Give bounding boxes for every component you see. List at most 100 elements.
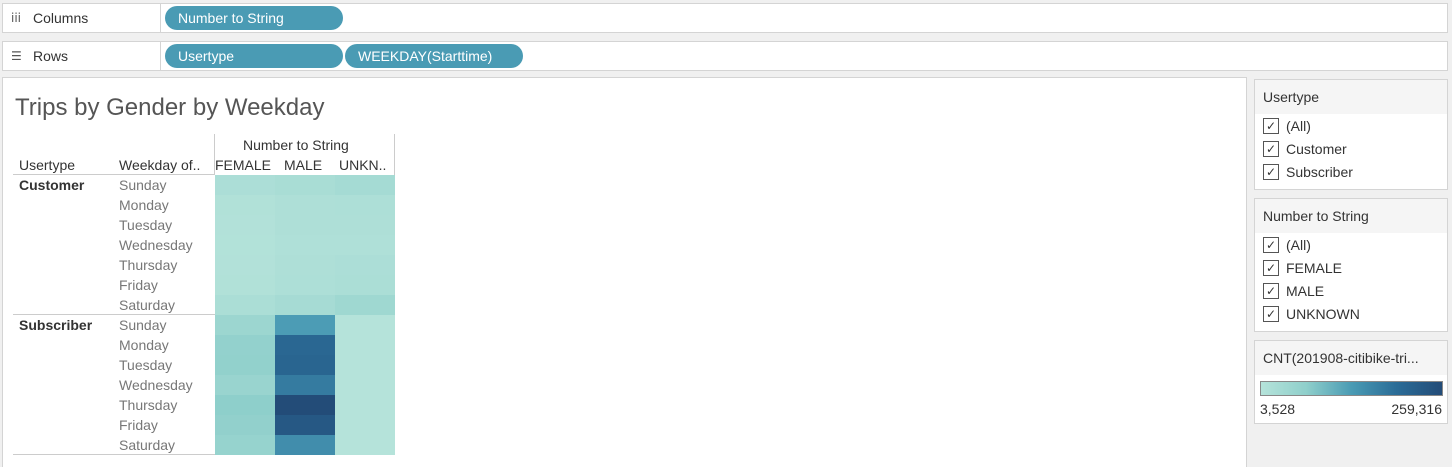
filter-option[interactable]: ✓ Customer <box>1255 137 1447 160</box>
pill-weekday-starttime[interactable]: WEEKDAY(Starttime) <box>345 44 523 68</box>
filter-option-label: (All) <box>1286 117 1311 134</box>
columns-shelf-label: iii Columns <box>3 4 161 32</box>
heatmap-cell[interactable] <box>215 295 275 315</box>
filter-option-label: FEMALE <box>1286 259 1343 276</box>
legend-title: CNT(201908-citibike-tri... <box>1255 341 1447 375</box>
filter-option[interactable]: ✓ UNKNOWN <box>1255 302 1447 325</box>
checkmark-icon[interactable]: ✓ <box>1263 305 1279 322</box>
heatmap-cell[interactable] <box>335 215 395 235</box>
filter-option[interactable]: ✓ MALE <box>1255 279 1447 302</box>
heatmap-cell[interactable] <box>275 375 335 395</box>
heatmap-cell[interactable] <box>335 235 395 255</box>
heatmap-cell[interactable] <box>335 175 395 195</box>
heatmap-cell[interactable] <box>215 395 275 415</box>
heatmap-cell[interactable] <box>335 375 395 395</box>
heatmap-cell[interactable] <box>335 315 395 335</box>
legend-min-label: 3,528 <box>1260 401 1296 417</box>
heatmap-cell[interactable] <box>335 355 395 375</box>
col-header-unknown: UNKN.. <box>339 157 387 173</box>
checkmark-icon[interactable]: ✓ <box>1263 163 1279 180</box>
rows-icon: ☰ <box>11 49 22 63</box>
filter-option[interactable]: ✓ FEMALE <box>1255 256 1447 279</box>
heatmap-cell[interactable] <box>215 335 275 355</box>
heatmap-cell[interactable] <box>215 375 275 395</box>
usertype-header: Usertype <box>19 157 76 173</box>
filter-usertype-title: Usertype <box>1255 80 1447 114</box>
heatmap-cell[interactable] <box>335 195 395 215</box>
heatmap-cell[interactable] <box>215 275 275 295</box>
heatmap-cell[interactable] <box>275 435 335 455</box>
color-legend: CNT(201908-citibike-tri... 3,528 259,316 <box>1254 340 1448 424</box>
weekday-label: Tuesday <box>119 217 173 233</box>
header-underline <box>13 174 215 175</box>
weekday-label: Friday <box>119 277 158 293</box>
rows-label-text: Rows <box>33 48 69 64</box>
filter-number-to-string: Number to String ✓ (All) ✓ FEMALE ✓ MALE ✓ U… <box>1254 198 1448 332</box>
weekday-label: Thursday <box>119 257 178 273</box>
checkmark-icon[interactable]: ✓ <box>1263 236 1279 253</box>
weekday-label: Saturday <box>119 437 176 453</box>
heatmap-cell[interactable] <box>335 395 395 415</box>
columns-shelf: iii Columns Number to String <box>2 3 1448 33</box>
heatmap-cell[interactable] <box>335 295 395 315</box>
heatmap-cell[interactable] <box>335 255 395 275</box>
heatmap-cell[interactable] <box>275 335 335 355</box>
legend-gradient-bar <box>1260 381 1443 396</box>
heatmap-cell[interactable] <box>275 395 335 415</box>
filter-option-label: (All) <box>1286 236 1311 253</box>
heatmap-cell[interactable] <box>215 195 275 215</box>
heatmap-cell[interactable] <box>275 235 335 255</box>
weekday-label: Monday <box>119 337 169 353</box>
heatmap-cell[interactable] <box>335 275 395 295</box>
weekday-label: Wednesday <box>119 377 193 393</box>
heatmap-cell[interactable] <box>215 175 275 195</box>
weekday-label: Saturday <box>119 297 176 313</box>
heatmap-cell[interactable] <box>275 255 335 275</box>
col-header-female: FEMALE <box>215 157 272 173</box>
heatmap-cell[interactable] <box>215 315 275 335</box>
legend-max-label: 259,316 <box>1391 401 1442 417</box>
filter-option-label: Customer <box>1286 140 1347 157</box>
filter-option-label: MALE <box>1286 282 1325 299</box>
checkmark-icon[interactable]: ✓ <box>1263 117 1279 134</box>
filter-option[interactable]: ✓ (All) <box>1255 114 1447 137</box>
rows-shelf-label: ☰ Rows <box>3 42 161 70</box>
heatmap-cell[interactable] <box>335 415 395 435</box>
filter-option-label: Subscriber <box>1286 163 1353 180</box>
weekday-label: Tuesday <box>119 357 173 373</box>
weekday-label: Sunday <box>119 177 167 193</box>
checkmark-icon[interactable]: ✓ <box>1263 259 1279 276</box>
heatmap-cell[interactable] <box>275 295 335 315</box>
heatmap-cell[interactable] <box>275 315 335 335</box>
heatmap-cell[interactable] <box>215 435 275 455</box>
rows-shelf: ☰ Rows Usertype WEEKDAY(Starttime) <box>2 41 1448 71</box>
heatmap-cell[interactable] <box>275 415 335 435</box>
usertype-subscriber: Subscriber <box>19 317 93 333</box>
filter-gender-title: Number to String <box>1255 199 1447 233</box>
heatmap-cell[interactable] <box>215 355 275 375</box>
pill-usertype[interactable]: Usertype <box>165 44 343 68</box>
heatmap-cell[interactable] <box>275 355 335 375</box>
heatmap-cell[interactable] <box>275 195 335 215</box>
weekday-label: Monday <box>119 197 169 213</box>
column-group-header: Number to String <box>243 137 349 153</box>
viz-canvas: Trips by Gender by Weekday Number to Str… <box>2 77 1247 467</box>
heatmap-cell[interactable] <box>335 435 395 455</box>
heatmap-cell[interactable] <box>275 215 335 235</box>
heatmap-cell[interactable] <box>215 215 275 235</box>
usertype-customer: Customer <box>19 177 85 193</box>
checkmark-icon[interactable]: ✓ <box>1263 140 1279 157</box>
pill-number-to-string[interactable]: Number to String <box>165 6 343 30</box>
col-header-male: MALE <box>284 157 323 173</box>
checkmark-icon[interactable]: ✓ <box>1263 282 1279 299</box>
heatmap-cell[interactable] <box>275 175 335 195</box>
heatmap-cell[interactable] <box>275 275 335 295</box>
weekday-label: Friday <box>119 417 158 433</box>
heatmap-cell[interactable] <box>215 255 275 275</box>
heatmap-cell[interactable] <box>215 235 275 255</box>
heatmap-cell[interactable] <box>215 415 275 435</box>
filter-option[interactable]: ✓ (All) <box>1255 233 1447 256</box>
heatmap-cell[interactable] <box>335 335 395 355</box>
filter-option[interactable]: ✓ Subscriber <box>1255 160 1447 183</box>
columns-icon: iii <box>11 11 22 25</box>
